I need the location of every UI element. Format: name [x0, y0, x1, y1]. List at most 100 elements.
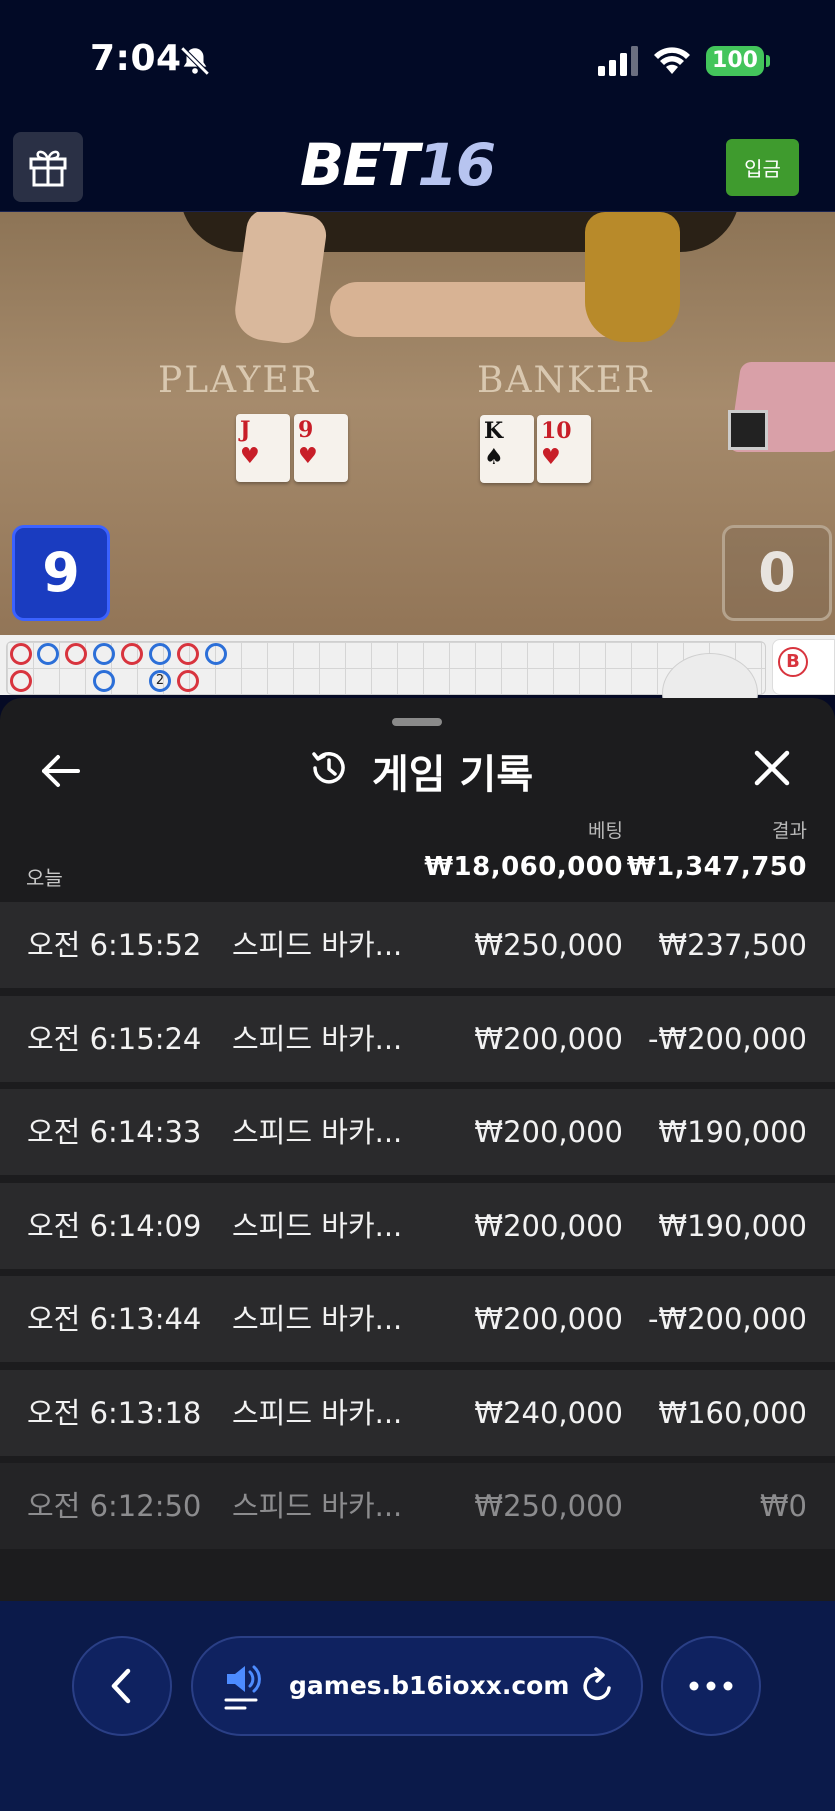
row-game: 스피드 바카... [232, 928, 403, 962]
player-label: PLAYER [158, 360, 320, 401]
row-time: 오전 6:13:44 [27, 1302, 202, 1336]
dealer-sleeve [585, 212, 680, 342]
close-icon[interactable] [752, 748, 792, 788]
road-marker-player [93, 670, 115, 692]
row-result: ₩237,500 [658, 928, 807, 962]
road-marker-tie: 2 [149, 670, 171, 692]
total-bet: ₩18,060,000 [424, 852, 623, 882]
row-game: 스피드 바카... [232, 1115, 403, 1149]
battery-indicator: 100 [706, 46, 764, 76]
player-card-1: J ♥ [236, 414, 290, 482]
row-result: -₩200,000 [647, 1302, 807, 1336]
road-marker-player [93, 643, 115, 665]
chevron-left-icon [111, 1668, 131, 1704]
url-text: games.b16ioxx.com [289, 1671, 570, 1700]
row-result: -₩200,000 [647, 1021, 807, 1056]
card-rank: 10 [541, 418, 572, 444]
bead-road-map[interactable]: 2 B [0, 635, 835, 733]
bet16-logo[interactable]: BET16 [300, 132, 540, 198]
reload-icon[interactable] [577, 1666, 617, 1706]
road-marker-player [37, 643, 59, 665]
history-icon [312, 752, 345, 784]
player-score: 9 [12, 525, 110, 621]
live-video-stream[interactable]: PLAYER BANKER J ♥ 9 ♥ K ♠ 10 ♥ 9 0 [0, 212, 835, 635]
battery-tip [766, 55, 770, 67]
row-time: 오전 6:14:09 [27, 1208, 202, 1243]
row-game: 스피드 바카... [232, 1395, 403, 1430]
browser-toolbar: games.b16ioxx.com [0, 1601, 835, 1811]
row-bet: ₩200,000 [474, 1115, 623, 1149]
status-bar: 7:04 100 [0, 0, 835, 120]
history-row[interactable]: 오전 6:14:09 스피드 바카... ₩200,000 ₩190,000 [0, 1182, 835, 1269]
back-arrow-icon[interactable] [36, 746, 86, 796]
card-rank: K [484, 418, 504, 444]
card-shoe-slot [728, 410, 768, 450]
dealer-hand-left [231, 212, 329, 347]
history-row[interactable]: 오전 6:15:52 스피드 바카... ₩250,000 ₩237,500 [0, 902, 835, 988]
game-history-sheet: 게임 기록 베팅 결과 오늘 ₩18,060,000 ₩1,347,750 오전… [0, 698, 835, 1601]
road-marker-player [149, 643, 171, 665]
road-marker-banker [121, 643, 143, 665]
row-time: 오전 6:12:50 [27, 1489, 202, 1523]
row-bet: ₩240,000 [474, 1395, 623, 1430]
history-row[interactable]: 오전 6:13:44 스피드 바카... ₩200,000 -₩200,000 [0, 1276, 835, 1362]
logo-part-16: 16 [417, 131, 496, 199]
banker-card-1: K ♠ [480, 415, 534, 483]
row-time: 오전 6:15:24 [27, 1021, 202, 1056]
player-card-2: 9 ♥ [294, 414, 348, 482]
card-suit: ♥ [298, 443, 318, 469]
row-game: 스피드 바카... [232, 1302, 403, 1336]
row-time: 오전 6:15:52 [27, 928, 202, 962]
gift-button[interactable] [13, 132, 83, 202]
row-time: 오전 6:14:33 [27, 1115, 202, 1149]
address-bar[interactable]: games.b16ioxx.com [191, 1636, 643, 1736]
status-time: 7:04 [90, 38, 182, 79]
column-header-bet: 베팅 [588, 820, 623, 842]
row-game: 스피드 바카... [232, 1208, 403, 1243]
bell-slash-icon [180, 46, 210, 76]
ellipsis-icon [689, 1681, 733, 1691]
row-bet: ₩250,000 [474, 1489, 623, 1523]
card-suit: ♥ [240, 443, 260, 469]
cellular-signal-icon [598, 46, 638, 76]
card-rank: J [240, 417, 251, 443]
road-grid [6, 641, 766, 695]
row-game: 스피드 바카... [232, 1489, 403, 1523]
sheet-drag-handle[interactable] [392, 718, 442, 726]
history-row[interactable]: 오전 6:14:33 스피드 바카... ₩200,000 ₩190,000 [0, 1089, 835, 1175]
row-result: ₩190,000 [658, 1208, 807, 1243]
site-header: BET16 입금 [0, 120, 835, 212]
row-result: ₩160,000 [658, 1395, 807, 1430]
total-result: ₩1,347,750 [626, 852, 807, 882]
today-label: 오늘 [26, 866, 63, 890]
row-bet: ₩250,000 [474, 928, 623, 962]
banker-card-2: 10 ♥ [537, 415, 591, 483]
deposit-button[interactable]: 입금 [726, 139, 799, 196]
speaker-icon [224, 1665, 261, 1710]
row-result: ₩0 [759, 1489, 807, 1523]
road-marker-banker [10, 670, 32, 692]
road-side-banker-badge: B [778, 647, 808, 677]
history-list: 오전 6:15:52 스피드 바카... ₩250,000 ₩237,500 오… [0, 902, 835, 1557]
road-marker-banker [177, 643, 199, 665]
card-rank: 9 [298, 417, 314, 443]
banker-score: 0 [722, 525, 832, 621]
banker-label: BANKER [477, 360, 654, 401]
more-options-button[interactable] [661, 1636, 761, 1736]
browser-back-button[interactable] [72, 1636, 172, 1736]
history-row[interactable]: 오전 6:15:24 스피드 바카... ₩200,000 -₩200,000 [0, 995, 835, 1082]
history-row[interactable]: 오전 6:13:18 스피드 바카... ₩240,000 ₩160,000 [0, 1369, 835, 1456]
road-marker-banker [10, 643, 32, 665]
row-game: 스피드 바카... [232, 1021, 403, 1056]
card-suit: ♠ [484, 444, 504, 470]
road-marker-banker [177, 670, 199, 692]
gift-icon [29, 150, 67, 187]
logo-part-bet: BET [300, 131, 419, 199]
history-row[interactable]: 오전 6:12:50 스피드 바카... ₩250,000 ₩0 [0, 1463, 835, 1549]
road-marker-banker [65, 643, 87, 665]
sheet-title: 게임 기록 [372, 752, 534, 798]
wifi-icon [654, 47, 690, 74]
row-bet: ₩200,000 [474, 1302, 623, 1336]
card-suit: ♥ [541, 444, 561, 470]
row-bet: ₩200,000 [474, 1208, 623, 1243]
